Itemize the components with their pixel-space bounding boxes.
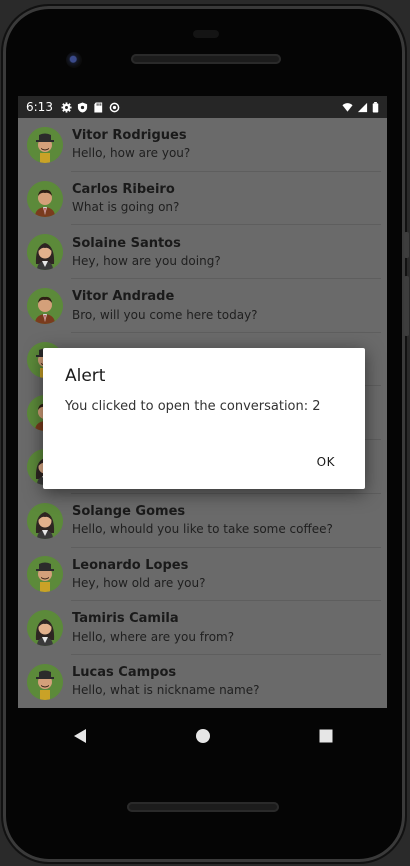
status-bar: 6:13 <box>18 96 387 118</box>
message-preview: What is going on? <box>72 200 180 215</box>
contact-name: Lucas Campos <box>72 665 177 681</box>
message-preview: Hello, how are you? <box>72 146 191 161</box>
avatar-man-hat-icon <box>27 663 63 700</box>
battery-icon <box>372 101 379 113</box>
wifi-icon <box>342 102 353 112</box>
status-time: 6:13 <box>26 100 53 114</box>
avatar <box>27 287 63 324</box>
avatar <box>27 126 63 163</box>
contact-name: Tamiris Camila <box>72 611 179 627</box>
avatar-woman-icon <box>27 502 63 539</box>
contact-name: Vitor Andrade <box>72 289 175 305</box>
volume-button <box>404 276 409 336</box>
conversation-texts: Vitor Andrade Bro, will you come here tod… <box>72 289 258 322</box>
sync-icon <box>109 102 120 112</box>
message-preview: Hey, how are you doing? <box>72 253 221 268</box>
dialog-title: Alert <box>65 366 106 386</box>
conversation-texts: Tamiris Camila Hello, where are you from? <box>72 611 234 644</box>
recents-button[interactable] <box>311 721 341 751</box>
message-preview: Hello, where are you from? <box>72 629 235 644</box>
recents-icon <box>319 729 332 743</box>
contact-name: Leonardo Lopes <box>72 557 189 573</box>
avatar-woman-icon <box>27 234 63 271</box>
conversation-texts: Leonardo Lopes Hey, how old are you? <box>72 558 205 591</box>
avatar <box>27 610 63 647</box>
power-button <box>404 232 409 258</box>
message-preview: Hello, whould you like to take some coff… <box>72 522 333 537</box>
message-preview: Hello, what is nickname name? <box>72 683 260 698</box>
dialog-message: You clicked to open the conversation: 2 <box>65 399 321 414</box>
conversation-texts: Solaine Santos Hey, how are you doing? <box>72 236 221 269</box>
contact-name: Carlos Ribeiro <box>72 181 175 197</box>
conversation-item[interactable]: Leonardo Lopes Hey, how old are you? <box>18 548 387 602</box>
conversation-item[interactable]: Lucas Campos Hello, what is nickname name… <box>18 655 387 708</box>
top-speaker <box>131 54 281 64</box>
avatar-man-hat-icon <box>27 126 63 163</box>
contact-name: Vitor Rodrigues <box>72 128 187 144</box>
home-icon <box>195 729 210 743</box>
avatar <box>27 234 63 271</box>
avatar <box>27 502 63 539</box>
bottom-speaker <box>127 802 279 812</box>
signal-icon <box>357 102 368 112</box>
conversation-item[interactable]: Solange Gomes Hello, whould you like to t… <box>18 494 387 548</box>
conversation-texts: Vitor Rodrigues Hello, how are you? <box>72 128 190 161</box>
avatar-man-hat-icon <box>27 556 63 593</box>
avatar <box>27 180 63 217</box>
contact-name: Solange Gomes <box>72 504 186 520</box>
alert-dialog: Alert You clicked to open the conversati… <box>43 348 365 489</box>
conversation-item[interactable]: Vitor Rodrigues Hello, how are you? <box>18 118 387 172</box>
conversation-texts: Solange Gomes Hello, whould you like to t… <box>72 504 333 537</box>
conversation-texts: Carlos Ribeiro What is going on? <box>72 182 179 215</box>
message-preview: Hey, how old are you? <box>72 575 206 590</box>
conversation-item[interactable]: Carlos Ribeiro What is going on? <box>18 172 387 226</box>
avatar-man-suit-icon <box>27 287 63 324</box>
gear-icon <box>61 101 72 113</box>
shield-icon <box>77 101 88 113</box>
conversation-texts: Lucas Campos Hello, what is nickname name… <box>72 665 259 698</box>
conversation-item[interactable]: Tamiris Camila Hello, where are you from? <box>18 601 387 655</box>
avatar <box>27 556 63 593</box>
avatar <box>27 663 63 700</box>
system-nav-bar <box>18 710 387 762</box>
earpiece-slot <box>193 30 219 38</box>
message-preview: Bro, will you come here today? <box>72 307 258 322</box>
ok-button[interactable]: OK <box>309 451 343 473</box>
avatar-man-suit-icon <box>27 180 63 217</box>
conversation-item[interactable]: Vitor Andrade Bro, will you come here tod… <box>18 279 387 333</box>
home-button[interactable] <box>188 721 218 751</box>
contact-name: Solaine Santos <box>72 235 181 251</box>
conversation-item[interactable]: Solaine Santos Hey, how are you doing? <box>18 225 387 279</box>
back-button[interactable] <box>65 721 95 751</box>
front-camera <box>66 52 82 68</box>
back-icon <box>73 729 86 743</box>
avatar-woman-icon <box>27 610 63 647</box>
sd-card-icon <box>94 101 103 113</box>
